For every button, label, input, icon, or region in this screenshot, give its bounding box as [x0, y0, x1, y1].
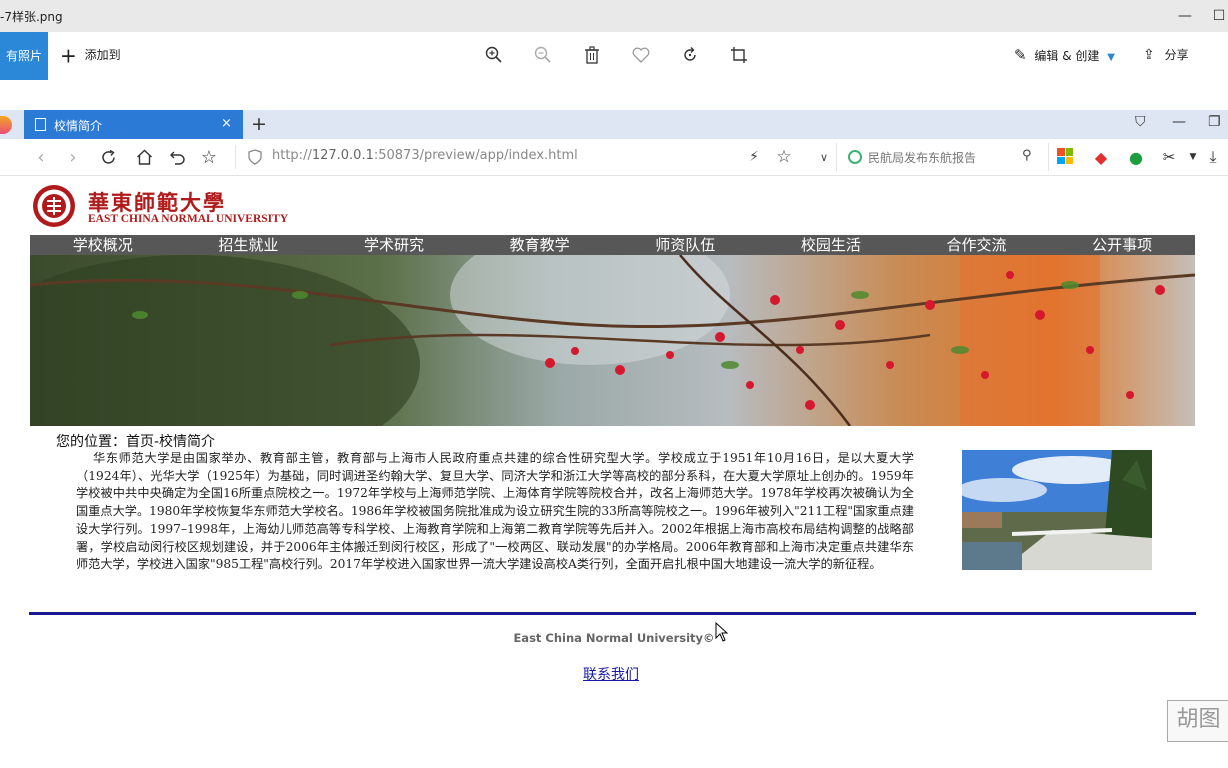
url-host: 127.0.0.1 — [311, 148, 374, 163]
security-shield-icon[interactable] — [244, 146, 266, 168]
tab-close-icon[interactable]: × — [221, 116, 232, 131]
nav-item-cooperation[interactable]: 合作交流 — [904, 235, 1050, 255]
logo-english-name: EAST CHINA NORMAL UNIVERSITY — [88, 213, 289, 225]
share-button[interactable]: ⇪ 分享 — [1143, 44, 1189, 66]
breadcrumb: 您的位置：首页-校情简介 — [56, 434, 216, 450]
contact-us-link-text[interactable]: 联系我们 — [583, 667, 639, 683]
plus-icon: + — [60, 43, 77, 68]
address-url[interactable]: http://127.0.0.1:50873/preview/app/index… — [272, 148, 578, 163]
home-icon[interactable] — [133, 146, 155, 168]
zoom-out-icon[interactable] — [530, 42, 556, 68]
forward-icon[interactable]: › — [62, 146, 84, 168]
viewer-filename: -7样张.png — [0, 10, 63, 24]
url-prefix: http:// — [272, 148, 312, 163]
zoom-in-icon[interactable] — [481, 42, 507, 68]
crop-icon[interactable] — [726, 42, 752, 68]
minimize-button[interactable]: — — [1165, 5, 1205, 27]
viewer-titlebar: -7样张.png — ☐ — [0, 0, 1228, 32]
ext-divider — [1048, 143, 1049, 171]
refresh-icon[interactable] — [97, 146, 119, 168]
all-photos-button[interactable]: 有照片 — [0, 32, 48, 80]
edit-pen-icon: ✎ — [1014, 46, 1027, 64]
url-rest: :50873/preview/app/index.html — [373, 148, 578, 163]
lightning-icon[interactable]: ⚡ — [743, 146, 765, 168]
chevron-down-icon: ▼ — [1107, 52, 1115, 63]
rotate-icon[interactable] — [677, 42, 703, 68]
nav-item-campus-life[interactable]: 校园生活 — [758, 235, 904, 255]
address-divider — [235, 145, 236, 169]
university-seal-icon — [33, 185, 75, 227]
add-to-button[interactable]: + 添加到 — [60, 43, 121, 68]
page-icon — [35, 118, 46, 131]
search-engine-icon — [848, 150, 862, 164]
maximize-button[interactable]: ☐ — [1210, 5, 1228, 27]
undo-icon[interactable] — [166, 146, 188, 168]
delete-icon[interactable] — [579, 42, 605, 68]
search-placeholder: 民航局发布东航报告 — [868, 151, 977, 165]
search-divider — [836, 143, 837, 171]
nav-item-education[interactable]: 教育教学 — [467, 235, 613, 255]
main-nav: 学校概况 招生就业 学术研究 教育教学 师资队伍 校园生活 合作交流 公开事项 — [30, 235, 1195, 255]
browser-minimize-button[interactable]: — — [1172, 114, 1186, 130]
intro-paragraph: 华东师范大学是由国家举办、教育部主管，教育部与上海市人民政府重点共建的综合性研究… — [76, 451, 914, 572]
share-icon: ⇪ — [1143, 47, 1155, 63]
nav-item-faculty[interactable]: 师资队伍 — [613, 235, 759, 255]
url-dropdown-chevron-icon[interactable]: ∨ — [813, 146, 835, 168]
apps-grid-icon[interactable] — [1057, 148, 1073, 164]
tab-title: 校情简介 — [54, 119, 103, 133]
nav-item-public-affairs[interactable]: 公开事项 — [1049, 235, 1195, 255]
browser-restore-button[interactable]: ❐ — [1208, 114, 1221, 130]
watermark-stamp: 胡图 — [1167, 700, 1228, 742]
favorite-heart-icon[interactable] — [628, 42, 654, 68]
university-logo[interactable]: 華東師範大學 EAST CHINA NORMAL UNIVERSITY — [30, 183, 290, 229]
edit-create-label: 编辑 & 创建 — [1034, 49, 1100, 63]
nav-item-about[interactable]: 学校概况 — [30, 235, 176, 255]
add-to-label: 添加到 — [84, 48, 121, 62]
nav-item-admissions[interactable]: 招生就业 — [176, 235, 322, 255]
banner-image — [30, 255, 1195, 426]
edit-create-button[interactable]: ✎ 编辑 & 创建 ▼ — [1014, 44, 1115, 66]
footer-copyright: East China Normal University© — [513, 631, 715, 645]
evernote-icon[interactable]: ● — [1125, 146, 1147, 168]
search-input[interactable]: 民航局发布东航报告 ⚲ — [838, 146, 1042, 168]
shirt-icon[interactable]: ⛉ — [1135, 114, 1146, 130]
tab-active[interactable]: 校情简介 × — [24, 110, 243, 139]
footer-divider — [29, 612, 1196, 615]
nav-item-research[interactable]: 学术研究 — [321, 235, 467, 255]
back-icon[interactable]: ‹ — [30, 146, 52, 168]
gamepad-icon[interactable]: ◆ — [1090, 146, 1112, 168]
share-label: 分享 — [1164, 48, 1189, 62]
campus-photo — [962, 450, 1152, 570]
new-tab-button[interactable]: + — [251, 113, 267, 135]
scissors-dropdown-icon[interactable]: ▼ — [1182, 146, 1204, 168]
scissors-icon[interactable]: ✂ — [1158, 146, 1180, 168]
mouse-cursor-icon — [715, 622, 728, 642]
search-icon[interactable]: ⚲ — [1022, 148, 1032, 163]
contact-us-link: 联系我们 — [0, 664, 1222, 684]
bookmark-star-icon[interactable]: ☆ — [198, 146, 220, 168]
favorite-star-icon[interactable]: ☆ — [773, 146, 795, 168]
download-icon[interactable]: ⤓ — [1202, 146, 1224, 168]
